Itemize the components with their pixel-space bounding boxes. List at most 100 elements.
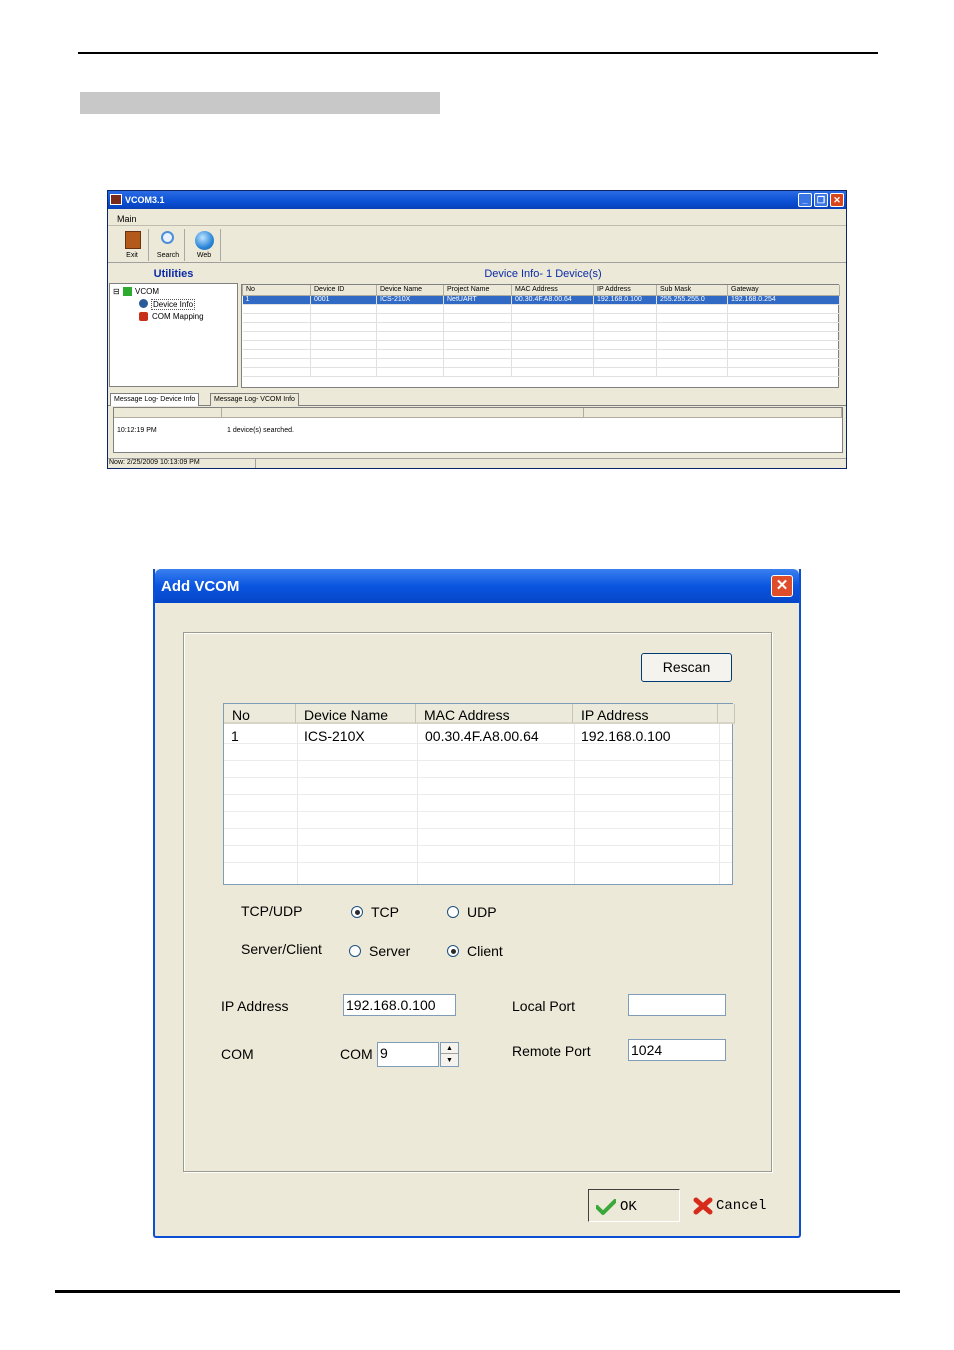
udp-radio[interactable]	[447, 906, 459, 918]
ok-button[interactable]: OK	[588, 1189, 680, 1222]
empty-row	[242, 358, 840, 368]
client-radio[interactable]	[447, 945, 459, 957]
server-client-label: Server/Client	[241, 941, 322, 957]
close-icon[interactable]: ✕	[771, 575, 793, 597]
header-rule	[78, 52, 878, 54]
menu-bar: Main	[108, 210, 846, 226]
menu-main[interactable]: Main	[117, 214, 137, 224]
tree-item-vcom[interactable]: VCOM	[135, 287, 159, 296]
server-radio-label[interactable]: Server	[369, 943, 410, 959]
vcom-check-icon	[123, 287, 132, 296]
status-bar: Now: 2/25/2009 10:13:09 PM	[108, 458, 846, 468]
tree-collapse-icon[interactable]: ⊟	[113, 287, 120, 296]
search-button[interactable]: Search	[151, 229, 185, 261]
utilities-tree: ⊟ VCOM Device Info COM Mapping	[109, 283, 238, 387]
cell-mac-address: 00.30.4F.A8.00.64	[511, 295, 594, 305]
cancel-label: Cancel	[716, 1198, 767, 1214]
restore-button[interactable]: ❐	[814, 193, 828, 207]
grid-line	[224, 794, 732, 795]
rescan-button[interactable]: Rescan	[641, 653, 732, 682]
ok-label: OK	[620, 1199, 637, 1215]
close-button[interactable]: ✕	[830, 193, 844, 207]
grid-line	[574, 724, 575, 884]
log-col-header[interactable]	[584, 408, 842, 418]
cell-mac-address: 00.30.4F.A8.00.64	[425, 728, 539, 744]
grid-line	[224, 862, 732, 863]
table-row[interactable]: 1 0001 ICS-210X NetUART 00.30.4F.A8.00.6…	[242, 295, 840, 305]
empty-row	[242, 313, 840, 323]
cell-ip-address: 192.168.0.100	[581, 728, 671, 744]
globe-icon	[195, 231, 214, 250]
vcom-window-title: VCOM3.1	[125, 195, 165, 205]
log-time: 10:12:19 PM	[117, 427, 157, 434]
tcp-udp-label: TCP/UDP	[241, 903, 303, 919]
col-device-name[interactable]: Device Name	[296, 704, 416, 724]
utilities-heading: Utilities	[153, 268, 194, 280]
log-col-header[interactable]	[222, 408, 584, 418]
stepper-down-icon[interactable]: ▼	[441, 1055, 458, 1066]
grid-line	[224, 828, 732, 829]
toolbar: Exit Search Web	[108, 227, 846, 263]
x-icon	[693, 1197, 713, 1215]
empty-row	[242, 304, 840, 314]
web-label: Web	[196, 252, 212, 259]
col-mac-address[interactable]: MAC Address	[511, 285, 594, 296]
remote-port-field[interactable]: 1024	[628, 1039, 726, 1061]
ip-address-field[interactable]: 192.168.0.100	[343, 994, 456, 1016]
col-device-name[interactable]: Device Name	[376, 285, 444, 296]
com-stepper[interactable]: ▲ ▼	[440, 1042, 459, 1067]
dialog-title-bar[interactable]: Add VCOM ✕	[155, 569, 799, 603]
search-label: Search	[156, 252, 180, 259]
tcp-radio-label[interactable]: TCP	[371, 904, 399, 920]
grid-line	[224, 760, 732, 761]
cell-device-name: ICS-210X	[376, 295, 444, 305]
footer-rule	[55, 1290, 900, 1293]
add-vcom-dialog: Add VCOM ✕ Rescan No Device Name MAC Add…	[153, 569, 801, 1238]
tree-item-device-info[interactable]: Device Info	[151, 299, 196, 310]
status-text: Now: 2/25/2009 10:13:09 PM	[109, 459, 200, 466]
web-button[interactable]: Web	[187, 229, 221, 261]
check-icon	[596, 1199, 616, 1215]
grid-line	[224, 845, 732, 846]
tree-item-com-mapping[interactable]: COM Mapping	[152, 312, 204, 321]
col-project-name[interactable]: Project Name	[443, 285, 512, 296]
section-heading-bar	[80, 92, 440, 114]
local-port-field[interactable]	[628, 994, 726, 1016]
grid-header-row: No Device ID Device Name Project Name MA…	[242, 285, 840, 296]
col-no[interactable]: No	[242, 285, 311, 296]
com-mapping-icon	[139, 312, 148, 321]
client-radio-label[interactable]: Client	[467, 943, 503, 959]
exit-label: Exit	[126, 252, 138, 259]
status-separator	[255, 459, 256, 468]
tab-message-log-device-info[interactable]: Message Log- Device Info	[110, 393, 200, 406]
minimize-button[interactable]: _	[798, 193, 812, 207]
exit-button[interactable]: Exit	[115, 229, 149, 261]
vcom-title-bar[interactable]: VCOM3.1 _ ❐ ✕	[108, 191, 846, 209]
col-device-id[interactable]: Device ID	[310, 285, 377, 296]
grid-line	[297, 724, 298, 884]
cancel-button[interactable]: Cancel	[685, 1189, 775, 1222]
exit-door-icon	[125, 231, 141, 249]
col-mac-address[interactable]: MAC Address	[416, 704, 573, 724]
tcp-radio[interactable]	[351, 906, 363, 918]
com-number-field[interactable]: 9	[377, 1042, 439, 1067]
col-gateway[interactable]: Gateway	[727, 285, 840, 296]
empty-row	[242, 349, 840, 359]
log-col-header[interactable]	[114, 408, 222, 418]
grid-line	[719, 724, 720, 884]
server-radio[interactable]	[349, 945, 361, 957]
col-ip-address[interactable]: IP Address	[593, 285, 657, 296]
app-icon	[110, 194, 122, 205]
col-ip-address[interactable]: IP Address	[573, 704, 718, 724]
empty-row	[242, 331, 840, 341]
com-prefix-label: COM	[340, 1046, 373, 1062]
col-sub-mask[interactable]: Sub Mask	[656, 285, 728, 296]
remote-port-label: Remote Port	[512, 1043, 591, 1059]
tab-message-log-vcom-info[interactable]: Message Log- VCOM Info	[210, 393, 299, 406]
udp-radio-label[interactable]: UDP	[467, 904, 497, 920]
empty-row	[242, 322, 840, 332]
grid-line	[417, 724, 418, 884]
cell-gateway: 192.168.0.254	[727, 295, 840, 305]
stepper-up-icon[interactable]: ▲	[441, 1043, 458, 1054]
col-no[interactable]: No	[224, 704, 296, 724]
